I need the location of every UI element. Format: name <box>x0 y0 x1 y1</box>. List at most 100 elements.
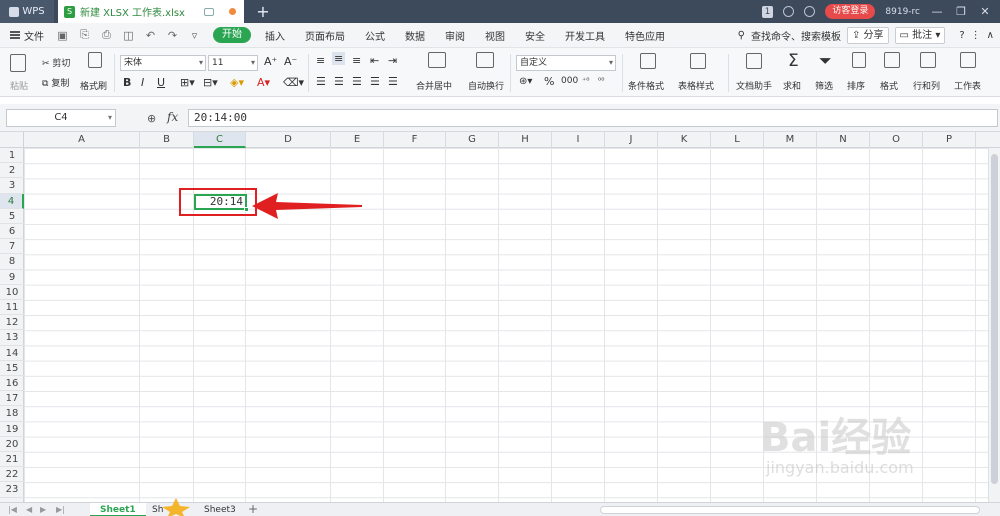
percent-icon[interactable]: % <box>544 75 554 88</box>
fx-icon[interactable]: fx <box>167 110 178 124</box>
wps-home-tab[interactable]: WPS <box>0 0 54 23</box>
sum-icon[interactable]: Σ <box>788 51 799 71</box>
sheet-tab-1[interactable]: Sheet1 <box>90 503 146 516</box>
row-header-4[interactable]: 4 <box>0 193 24 209</box>
name-box[interactable]: C4 <box>6 109 116 127</box>
row-header-21[interactable]: 21 <box>0 452 24 468</box>
row-header-10[interactable]: 10 <box>0 285 24 300</box>
restore-icon[interactable]: ❐ <box>954 5 968 18</box>
export-icon[interactable]: ⎘ <box>78 28 91 42</box>
sum-label[interactable]: 求和 <box>783 79 801 92</box>
doc-helper-button[interactable] <box>746 53 762 72</box>
vertical-scroll-thumb[interactable] <box>991 154 998 484</box>
align-center-icon[interactable]: ☰ <box>334 75 344 88</box>
search-icon[interactable]: ⚲ <box>738 30 745 41</box>
row-header-8[interactable]: 8 <box>0 254 24 270</box>
collapse-ribbon-icon[interactable]: ∧ <box>987 30 994 41</box>
align-middle-icon[interactable]: ≡ <box>332 52 346 65</box>
indent-decrease-icon[interactable]: ⇤ <box>370 54 379 67</box>
row-header-7[interactable]: 7 <box>0 239 24 255</box>
column-header-m[interactable]: M <box>764 132 817 148</box>
column-header-h[interactable]: H <box>499 132 552 148</box>
tab-home[interactable]: 开始 <box>213 27 251 43</box>
paste-button[interactable] <box>10 54 26 75</box>
row-header-18[interactable]: 18 <box>0 406 24 422</box>
table-style-button[interactable] <box>690 53 706 72</box>
row-header-17[interactable]: 17 <box>0 391 24 407</box>
border-icon[interactable]: ⊞▾ <box>180 76 195 89</box>
tab-view[interactable]: 视图 <box>475 28 515 43</box>
merge-center-label[interactable]: 合并居中 <box>416 79 452 92</box>
document-tab[interactable]: S 新建 XLSX 工作表.xlsx <box>58 0 244 23</box>
sort-button[interactable] <box>852 52 866 71</box>
gift-icon[interactable] <box>804 6 816 17</box>
worksheet-button[interactable] <box>960 52 976 71</box>
select-all-corner[interactable] <box>0 132 24 148</box>
column-header-f[interactable]: F <box>384 132 446 148</box>
table-style-label[interactable]: 表格样式 <box>678 79 714 92</box>
row-header-22[interactable]: 22 <box>0 467 24 483</box>
tab-featured[interactable]: 特色应用 <box>615 28 675 43</box>
column-header-e[interactable]: E <box>331 132 384 148</box>
format-button[interactable] <box>884 52 900 71</box>
distribute-icon[interactable]: ☰ <box>388 75 398 88</box>
rows-cols-button[interactable] <box>920 52 936 71</box>
column-header-c[interactable]: C <box>194 132 246 148</box>
monitor-icon[interactable] <box>204 7 214 16</box>
conditional-format-label[interactable]: 条件格式 <box>628 79 664 92</box>
font-name-select[interactable]: 宋体 <box>120 55 206 71</box>
preview-icon[interactable]: ◫ <box>122 29 135 42</box>
row-header-1[interactable]: 1 <box>0 148 24 164</box>
row-header-13[interactable]: 13 <box>0 330 24 346</box>
row-header-23[interactable]: 23 <box>0 482 24 498</box>
align-right-icon[interactable]: ☰ <box>352 75 362 88</box>
tab-review[interactable]: 审阅 <box>435 28 475 43</box>
row-header-12[interactable]: 12 <box>0 315 24 331</box>
new-tab-button[interactable]: + <box>254 2 272 21</box>
column-header-k[interactable]: K <box>658 132 711 148</box>
font-color-icon[interactable]: A▾ <box>257 76 270 89</box>
fill-color-icon[interactable]: ◈▾ <box>230 76 244 89</box>
copy-button[interactable]: ⧉ 复制 <box>42 76 69 89</box>
row-header-16[interactable]: 16 <box>0 376 24 392</box>
row-header-20[interactable]: 20 <box>0 437 24 452</box>
column-header-j[interactable]: J <box>605 132 658 148</box>
guest-login-button[interactable]: 访客登录 <box>825 4 876 19</box>
underline-icon[interactable]: U <box>157 76 165 89</box>
doc-helper-label[interactable]: 文档助手 <box>736 79 772 92</box>
redo-icon[interactable]: ↷ <box>166 29 179 42</box>
help-button[interactable]: ? <box>959 30 964 41</box>
column-header-g[interactable]: G <box>446 132 499 148</box>
row-header-19[interactable]: 19 <box>0 422 24 437</box>
indent-increase-icon[interactable]: ⇥ <box>388 54 397 67</box>
share-button[interactable]: ⇪ 分享 <box>846 27 889 44</box>
horizontal-scrollbar[interactable] <box>600 506 980 514</box>
column-header-o[interactable]: O <box>870 132 923 148</box>
column-header-n[interactable]: N <box>817 132 870 148</box>
close-icon[interactable]: ✕ <box>978 5 992 18</box>
column-header-b[interactable]: B <box>140 132 194 148</box>
command-search[interactable]: 查找命令、搜索模板 <box>751 28 841 43</box>
sort-label[interactable]: 排序 <box>847 79 865 92</box>
skin-icon[interactable] <box>783 6 795 17</box>
row-header-5[interactable]: 5 <box>0 209 24 224</box>
next-sheet-icon[interactable]: ▶ <box>40 505 46 514</box>
tab-developer[interactable]: 开发工具 <box>555 28 615 43</box>
format-painter-button[interactable] <box>82 52 102 71</box>
print-icon[interactable]: ⎙ <box>100 28 113 42</box>
file-menu[interactable]: 文件 <box>0 28 50 43</box>
first-sheet-icon[interactable]: |◀ <box>8 505 17 514</box>
auto-wrap-button[interactable] <box>476 52 494 71</box>
notification-badge[interactable]: 1 <box>761 5 774 18</box>
more-icon[interactable]: ⋮ <box>971 30 981 41</box>
auto-wrap-label[interactable]: 自动换行 <box>468 79 504 92</box>
row-header-3[interactable]: 3 <box>0 178 24 194</box>
vertical-scrollbar[interactable] <box>988 148 1000 502</box>
last-sheet-icon[interactable]: ▶| <box>56 505 65 514</box>
user-label[interactable]: 8919-rc <box>885 7 920 17</box>
column-header-i[interactable]: I <box>552 132 605 148</box>
align-left-icon[interactable]: ☰ <box>316 75 326 88</box>
sheet-tab-3[interactable]: Sheet3 <box>194 503 246 516</box>
column-header-l[interactable]: L <box>711 132 764 148</box>
worksheet-label[interactable]: 工作表 <box>954 79 981 92</box>
